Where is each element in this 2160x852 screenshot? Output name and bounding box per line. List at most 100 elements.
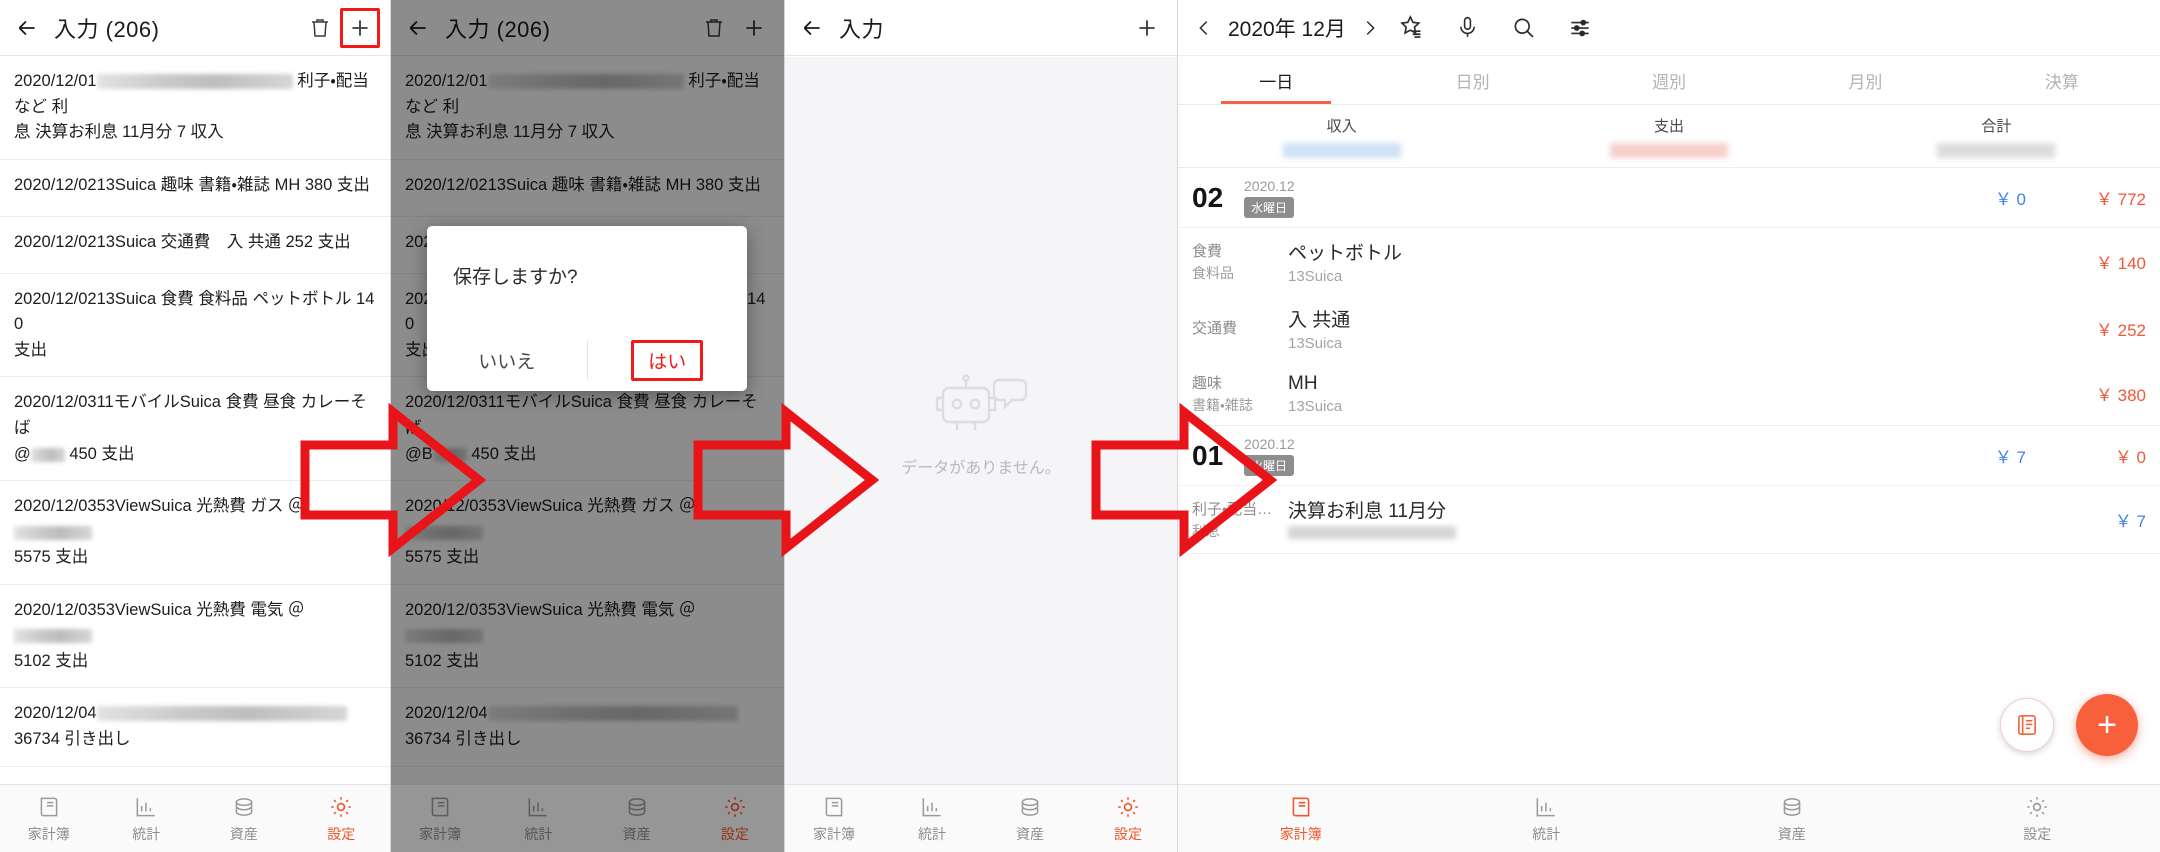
list-item[interactable]: 2020/12/0311モバイルSuica 食費 昼食 カレーそば @ 450 …: [0, 377, 390, 482]
redacted-block: [96, 706, 347, 722]
entry-text-3: @: [14, 444, 31, 463]
book-icon: [40, 797, 58, 816]
back-button[interactable]: [795, 11, 829, 45]
dialog-no-button[interactable]: いいえ: [427, 329, 587, 391]
search-icon: [1514, 18, 1534, 38]
transaction-account: 13Suica: [1288, 397, 1343, 415]
add-entry-fab[interactable]: +: [2076, 694, 2138, 756]
redacted-block: [96, 74, 293, 89]
day-number: 01: [1192, 439, 1224, 471]
transaction-account: 13Suica: [1288, 268, 1343, 285]
filter-button[interactable]: [1552, 6, 1608, 50]
add-button[interactable]: [340, 7, 380, 48]
robot-chat-icon: [935, 373, 1028, 430]
list-item[interactable]: 2020/12/0353ViewSuica 光熱費 電気 ＠ 5102 支出: [0, 585, 390, 689]
empty-state-text: データがありません。: [901, 459, 1061, 477]
tab-tsukibetsu[interactable]: 月別: [1767, 56, 1963, 104]
nav-item-stats[interactable]: 統計: [1424, 794, 1670, 844]
delete-button[interactable]: [300, 8, 340, 48]
nav-item-settings[interactable]: 設定: [1915, 794, 2160, 844]
nav-label: 資産: [1777, 825, 1806, 842]
transaction-category: 食費 食料品: [1192, 240, 1288, 283]
scrim[interactable]: [391, 0, 784, 784]
tab-ichinichi[interactable]: 一日: [1178, 56, 1374, 104]
transaction-category: 交通費: [1192, 317, 1288, 340]
tab-label: 週別: [1652, 72, 1687, 92]
category-main: 食費: [1192, 243, 1223, 260]
page-title: 入力 (206): [54, 16, 160, 42]
transaction-row[interactable]: 食費 食料品 ペットボトル 13Suica ￥ 140: [1178, 228, 2160, 295]
transaction-amount: ￥ 140: [2095, 254, 2146, 273]
list-item[interactable]: 2020/12/01 利子・配当など 利 息 決算お利息 11月分 7 収入: [0, 56, 390, 160]
nav-item-settings[interactable]: 設定: [1079, 794, 1177, 844]
nav-item-assets[interactable]: 資産: [1669, 794, 1915, 844]
entry-text: 2020/12/04: [14, 704, 97, 723]
list-item[interactable]: 2020/12/0213Suica 趣味 書籍・雑誌 MH 380 支出: [0, 160, 390, 217]
category-main: 交通費: [1192, 320, 1238, 337]
period-label: 2020年 12月: [1228, 17, 1346, 41]
bottom-nav: 家計簿 統計 資産 設定: [1178, 784, 2160, 852]
add-button[interactable]: [1127, 8, 1167, 48]
bottom-nav: 家計簿 統計 資産 設定: [0, 784, 390, 852]
tab-kessan[interactable]: 決算: [1964, 56, 2160, 104]
panel-save-dialog: 入力 (206) 2020/12/01 利子・配当など 利 息 決算お利息 11…: [391, 0, 784, 852]
bar-chart-icon: [922, 797, 941, 816]
entry-text-3: 36734 引き出し: [14, 730, 131, 748]
scrim-nav: [391, 784, 784, 852]
quick-entry-button[interactable]: [2000, 698, 2054, 752]
summary-header: 合計: [1981, 117, 2012, 135]
transaction-title: ペットボトル: [1288, 243, 1403, 264]
day-yearmonth: 2020.12: [1244, 435, 1295, 452]
summary-row: 収入 支出 合計: [1178, 105, 2160, 168]
entry-text-3: 5102 支出: [14, 651, 89, 670]
list-item[interactable]: 2020/12/0213Suica 交通費 入 共通 252 支出: [0, 217, 390, 274]
nav-label: 統計: [918, 825, 946, 842]
redacted-block: [1288, 526, 1456, 539]
day-group: 02 2020.12 水曜日 ￥ 0 ￥ 772 食費 食料品 ペットボトル 1…: [1178, 168, 2160, 426]
transaction-amount: ￥ 252: [2095, 321, 2146, 340]
list-item[interactable]: 2020/12/04 36734 引き出し: [0, 688, 390, 767]
prev-month-button[interactable]: [1190, 17, 1218, 39]
nav-item-kakeibo[interactable]: 家計簿: [1178, 794, 1424, 844]
list-item[interactable]: 2020/12/0213Suica 食費 食料品 ペットボトル 140 支出: [0, 274, 390, 378]
day-income: ￥ 7: [1994, 448, 2026, 467]
empty-state: データがありません。: [785, 57, 1177, 784]
nav-item-kakeibo[interactable]: 家計簿: [785, 794, 883, 844]
nav-item-kakeibo[interactable]: 家計簿: [0, 794, 98, 844]
entry-text-3: 支出: [14, 340, 47, 359]
tab-label: 決算: [2044, 72, 2079, 92]
fab-row: +: [2000, 694, 2138, 756]
search-button[interactable]: [1496, 6, 1552, 50]
category-main: 利子・配当…: [1192, 501, 1273, 518]
transaction-title: 入 共通: [1288, 310, 1351, 331]
back-button[interactable]: [10, 11, 44, 45]
day-header[interactable]: 02 2020.12 水曜日 ￥ 0 ￥ 772: [1178, 168, 2160, 228]
nav-item-stats[interactable]: 統計: [98, 794, 196, 844]
transaction-row[interactable]: 交通費 入 共通 13Suica ￥ 252: [1178, 295, 2160, 362]
gear-icon: [2027, 796, 2047, 817]
summary-header: 収入: [1326, 117, 1357, 135]
dialog-yes-button[interactable]: はい: [588, 329, 748, 391]
category-sub: 利息: [1192, 523, 1220, 539]
redacted-value: [1937, 142, 2056, 158]
day-yearmonth: 2020.12: [1244, 177, 1295, 194]
list-item[interactable]: 2020/12/0353ViewSuica 光熱費 ガス ＠ 5575 支出: [0, 481, 390, 585]
gear-icon: [1118, 796, 1138, 817]
tab-shubetsu[interactable]: 週別: [1571, 56, 1767, 104]
bottom-nav: 家計簿 統計 資産 設定: [785, 784, 1177, 852]
nav-item-settings[interactable]: 設定: [293, 794, 391, 844]
nav-label: 家計簿: [27, 825, 70, 842]
favorites-button[interactable]: [1384, 6, 1440, 50]
summary-income: 収入: [1178, 105, 1505, 167]
transaction-row[interactable]: 趣味 書籍・雑誌 MH 13Suica ￥ 380: [1178, 362, 2160, 425]
transaction-account: [1288, 526, 2026, 543]
transaction-row[interactable]: 利子・配当… 利息 決算お利息 11月分 ￥ 7: [1178, 486, 2160, 553]
nav-item-stats[interactable]: 統計: [883, 794, 981, 844]
next-month-button[interactable]: [1356, 17, 1384, 39]
tab-hibetsu[interactable]: 日別: [1374, 56, 1570, 104]
day-header[interactable]: 01 2020.12 火曜日 ￥ 7 ￥ 0: [1178, 426, 2160, 486]
redacted-block: [30, 447, 65, 462]
nav-item-assets[interactable]: 資産: [981, 794, 1079, 844]
voice-input-button[interactable]: [1440, 6, 1496, 50]
nav-item-assets[interactable]: 資産: [195, 794, 293, 844]
